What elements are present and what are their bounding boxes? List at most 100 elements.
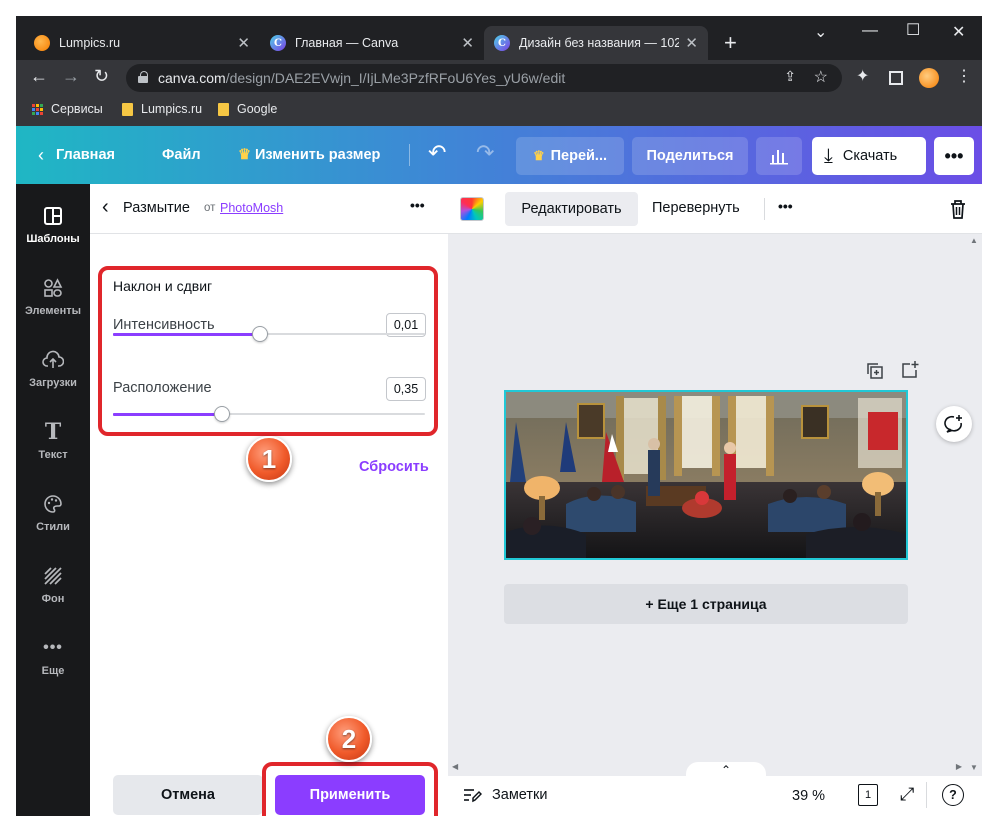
maximize-icon[interactable]: ☐	[906, 20, 920, 40]
minimize-icon[interactable]: —	[862, 22, 878, 40]
bookmark-lumpics[interactable]: Lumpics.ru	[122, 102, 202, 116]
flip-button[interactable]: Перевернуть	[652, 200, 740, 216]
scroll-left-icon[interactable]: ◀	[452, 762, 458, 771]
canva-favicon-icon: C	[494, 35, 510, 51]
edit-image-button[interactable]: Редактировать	[505, 192, 638, 226]
folder-icon	[122, 102, 133, 116]
page-count-button[interactable]: 1	[858, 784, 878, 806]
tab-lumpics[interactable]: Lumpics.ru ✕	[24, 26, 260, 60]
cancel-button[interactable]: Отмена	[113, 775, 263, 815]
vertical-scrollbar[interactable]: ▲ ▼	[966, 234, 982, 776]
transfer-label: Перей...	[550, 148, 608, 164]
step-marker-1: 1	[246, 436, 292, 482]
fullscreen-icon[interactable]: ⤢	[900, 784, 914, 805]
notes-label: Заметки	[492, 787, 548, 803]
new-tab-icon[interactable]: +	[724, 30, 737, 56]
page-number: 1	[864, 789, 872, 801]
help-icon: ?	[949, 788, 957, 802]
uploads-icon	[41, 348, 65, 372]
transfer-button[interactable]: ♛ Перей...	[516, 137, 624, 175]
download-button[interactable]: ⤓ Скачать	[812, 137, 926, 175]
folder-icon	[218, 102, 229, 116]
bookmark-label: Google	[237, 102, 278, 116]
editor-footer: Заметки 39 % 1 ⤢ ?	[448, 776, 982, 816]
bookmark-label: Lumpics.ru	[141, 102, 203, 116]
bookmark-google[interactable]: Google	[218, 102, 277, 116]
back-icon[interactable]: ←	[30, 66, 48, 87]
extensions-icon[interactable]: ✦	[856, 66, 869, 86]
rail-text[interactable]: T Текст	[16, 404, 90, 476]
rail-styles[interactable]: Стили	[16, 476, 90, 548]
color-picker-icon[interactable]	[460, 197, 484, 221]
bookmark-label: Сервисы	[51, 102, 103, 116]
highlight-box-apply	[262, 762, 438, 816]
scroll-up-icon[interactable]: ▲	[970, 236, 978, 245]
comment-button[interactable]	[936, 406, 972, 442]
lumpics-favicon-icon	[34, 35, 50, 51]
redo-icon[interactable]: ↷	[476, 140, 494, 166]
rail-uploads[interactable]: Загрузки	[16, 332, 90, 404]
add-page-icon[interactable]	[900, 360, 920, 380]
lock-icon	[138, 71, 148, 83]
close-icon[interactable]: ✕	[681, 34, 698, 52]
forward-icon[interactable]: →	[62, 66, 80, 87]
share-page-icon[interactable]: ⇪	[784, 68, 796, 85]
rail-elements[interactable]: Элементы	[16, 260, 90, 332]
notes-button[interactable]: Заметки	[462, 786, 547, 804]
toolbar-more-icon[interactable]: •••	[778, 198, 793, 214]
tab-design[interactable]: C Дизайн без названия — 1024 ✕	[484, 26, 708, 60]
sidepanel-icon[interactable]	[889, 71, 903, 85]
scroll-right-icon[interactable]: ▶	[956, 762, 962, 771]
help-button[interactable]: ?	[942, 784, 964, 806]
canva-favicon-icon: C	[270, 35, 286, 51]
home-button[interactable]: ‹ Главная	[38, 126, 115, 184]
bookmark-star-icon[interactable]: ☆	[814, 67, 828, 87]
author-link[interactable]: PhotoMosh	[220, 201, 283, 215]
crown-icon: ♛	[532, 148, 545, 163]
browser-window: Lumpics.ru ✕ C Главная — Canva ✕ C Дизай…	[16, 16, 982, 816]
close-icon[interactable]: ✕	[237, 34, 250, 52]
rail-label: Текст	[38, 449, 68, 461]
close-icon[interactable]: ✕	[461, 34, 474, 52]
more-dots-icon: •••	[944, 145, 964, 166]
trash-icon[interactable]	[948, 198, 968, 220]
rail-background[interactable]: Фон	[16, 548, 90, 620]
rail-templates[interactable]: Шаблоны	[16, 188, 90, 260]
panel-title: Размытие	[123, 200, 190, 216]
menu-dots-icon[interactable]: ⋮	[956, 66, 972, 86]
tab-search-icon[interactable]: ⌄	[814, 22, 827, 42]
reset-button[interactable]: Сбросить	[359, 459, 429, 475]
add-more-pages-button[interactable]: + Еще 1 страница	[504, 584, 908, 624]
reload-icon[interactable]: ↻	[94, 66, 109, 87]
panel-header: ‹ Размытие от PhotoMosh •••	[90, 184, 448, 234]
tab-canva-home[interactable]: C Главная — Canva ✕	[260, 26, 484, 60]
design-image[interactable]	[504, 390, 908, 560]
chevron-left-icon: ‹	[38, 144, 44, 165]
left-rail: Шаблоны Элементы Загрузки T Текст Стили	[16, 184, 90, 816]
file-button[interactable]: Файл	[162, 126, 201, 184]
back-chevron-icon[interactable]: ‹	[102, 196, 109, 219]
scroll-down-icon[interactable]: ▼	[970, 763, 978, 772]
undo-icon[interactable]: ↶	[428, 140, 446, 166]
profile-avatar[interactable]	[919, 68, 939, 88]
insights-button[interactable]	[756, 137, 802, 175]
window-close-icon[interactable]: ✕	[952, 22, 965, 42]
duplicate-page-icon[interactable]	[866, 362, 884, 380]
resize-button[interactable]: ♛ Изменить размер	[238, 126, 380, 184]
bookmark-services[interactable]: Сервисы	[32, 102, 103, 116]
panel-more-icon[interactable]: •••	[410, 197, 425, 213]
canvas-area: ▲ ▼ + Еще 1 страница ◀ ▶ ⌃	[448, 234, 982, 778]
notes-icon	[464, 789, 482, 803]
zoom-level[interactable]: 39 %	[792, 788, 825, 804]
rail-label: Элементы	[24, 305, 82, 317]
text-icon: T	[44, 419, 62, 445]
share-button[interactable]: Поделиться	[632, 137, 748, 175]
more-options-button[interactable]: •••	[934, 137, 974, 175]
browser-toolbar: ← → ↻ canva.com/design/DAE2EVwjn_I/IjLMe…	[16, 60, 982, 96]
from-label: от	[204, 202, 216, 214]
address-bar[interactable]: canva.com/design/DAE2EVwjn_I/IjLMe3PzfRF…	[126, 64, 842, 92]
bookmarks-bar: Сервисы Lumpics.ru Google	[16, 96, 982, 126]
home-label: Главная	[56, 147, 115, 163]
rail-more[interactable]: ••• Еще	[16, 620, 90, 692]
canva-header: ‹ Главная Файл ♛ Изменить размер ↶ ↷ ♛ П…	[16, 126, 982, 184]
